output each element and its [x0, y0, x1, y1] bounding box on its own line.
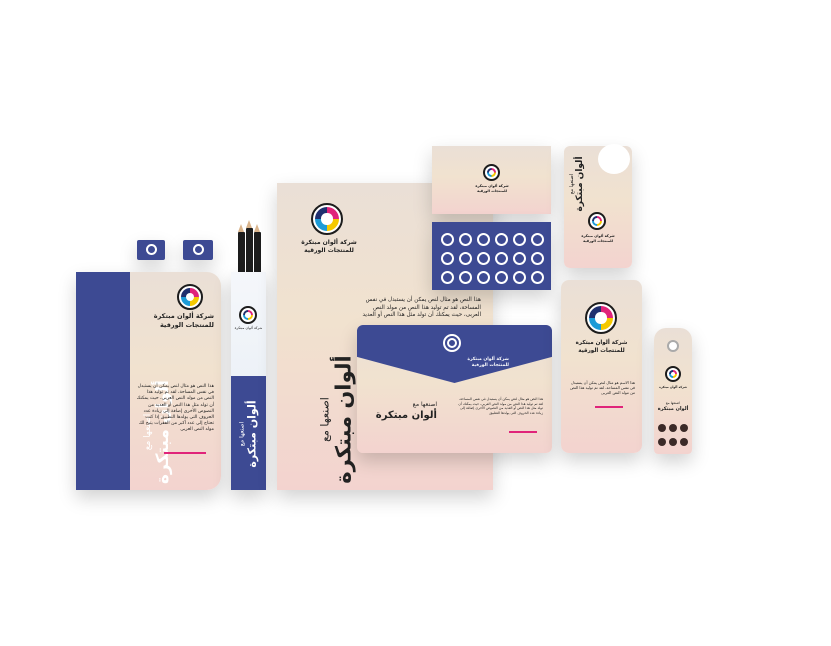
- company-name: شركة ألوان مبتكرة للمنتجات الورقية: [301, 239, 357, 255]
- hang-tag: شركة ألوان مبتكرة اصنعها مع ألوان مبتكرة: [654, 328, 692, 454]
- pattern-ring-icon: [459, 233, 472, 246]
- tall-card-body: هذا الاسم هو مثال لنص يمكن أن يستبدل في …: [570, 380, 635, 396]
- pattern-dot-icon: [669, 438, 677, 446]
- company-name: شركة ألوان مبتكرة للمنتجات الورقية: [153, 312, 214, 329]
- pattern-ring-icon: [513, 271, 526, 284]
- pencil-box-band: اصنعها مع ألوان مبتكرة: [231, 376, 266, 490]
- pattern-ring-icon: [441, 271, 454, 284]
- pattern-ring-icon: [459, 271, 472, 284]
- accent-line: [509, 431, 537, 433]
- pattern-ring-icon: [513, 233, 526, 246]
- door-hanger: اصنعها مع ألوان مبتكرة شركة ألوان مبتكرة…: [564, 144, 632, 268]
- pattern-ring-icon: [495, 252, 508, 265]
- company-name: شركة ألوان مبتكرة للمنتجات الورقية: [475, 184, 509, 193]
- envelope-body: هذا النص هو مثال لنص يمكن أن يستبدل في ن…: [458, 397, 543, 415]
- pattern-dot-icon: [658, 424, 666, 432]
- pattern-ring-icon: [531, 233, 544, 246]
- hang-tag-title: اصنعها مع ألوان مبتكرة: [657, 401, 689, 412]
- pattern-dot-icon: [680, 424, 688, 432]
- pattern-ring-icon: [441, 233, 454, 246]
- pencil-box-slogan: اصنعها مع ألوان مبتكرة: [238, 400, 259, 468]
- pattern-ring-icon: [531, 271, 544, 284]
- logo-icon: [193, 244, 204, 255]
- notebook-body: هذا النص هو مثال لنص يمكن أن يستبدل في ن…: [136, 384, 214, 433]
- logo-icon: [311, 203, 343, 235]
- pattern-ring-icon: [513, 252, 526, 265]
- envelope-title: اصنعها مع ألوان مبتكرة: [375, 401, 437, 422]
- company-name: شركة ألوان مبتكرة للمنتجات الورقية: [575, 340, 628, 354]
- company-name: شركة ألوان مبتكرة: [234, 326, 263, 330]
- letterhead-body: هذا النص هو مثال لنص يمكن أن يستبدل في ن…: [362, 297, 481, 319]
- company-name: شركة ألوان مبتكرة للمنتجات الورقية: [467, 357, 509, 369]
- pattern-ring-icon: [477, 252, 490, 265]
- pattern-dot-icon: [680, 438, 688, 446]
- hang-tag-hole: [667, 340, 679, 352]
- logo-icon: [177, 284, 203, 310]
- notebook: اصنعها مع ألوان مبتكرة شركة ألوان مبتكرة…: [76, 272, 221, 490]
- pattern-ring-icon: [477, 233, 490, 246]
- mini-card-2: [183, 240, 213, 260]
- company-name: شركة ألوان مبتكرة: [659, 385, 687, 389]
- logo-icon: [588, 212, 606, 230]
- logo-icon: [585, 302, 617, 334]
- pattern-ring-icon: [495, 233, 508, 246]
- envelope: شركة ألوان مبتكرة للمنتجات الورقية اصنعها…: [357, 325, 552, 453]
- logo-icon: [443, 334, 461, 352]
- pattern-dot-icon: [669, 424, 677, 432]
- business-card-back: [432, 222, 551, 290]
- logo-icon: [665, 366, 681, 382]
- notebook-spine: [76, 272, 130, 490]
- pattern-ring-icon: [477, 271, 490, 284]
- business-card-front: شركة ألوان مبتكرة للمنتجات الورقية: [432, 146, 551, 214]
- letterhead-slogan: اصنعها مع ألوان مبتكرة: [318, 355, 356, 484]
- accent-line: [164, 452, 206, 454]
- logo-icon: [239, 306, 257, 324]
- accent-line: [595, 406, 623, 408]
- pencil-box: شركة ألوان مبتكرة اصنعها مع ألوان مبتكرة: [231, 272, 266, 490]
- logo-icon: [146, 244, 157, 255]
- door-hanger-slogan: اصنعها مع ألوان مبتكرة: [569, 156, 585, 212]
- pattern-ring-icon: [459, 252, 472, 265]
- tall-card: شركة ألوان مبتكرة للمنتجات الورقية هذا ال…: [561, 280, 642, 453]
- door-hanger-hole: [598, 144, 630, 174]
- mini-card-1: [137, 240, 165, 260]
- logo-icon: [483, 164, 500, 181]
- pattern-ring-icon: [531, 252, 544, 265]
- company-name: شركة ألوان مبتكرة للمنتجات الورقية: [581, 234, 615, 243]
- pattern-ring-icon: [441, 252, 454, 265]
- pattern-ring-icon: [495, 271, 508, 284]
- pattern-dot-icon: [658, 438, 666, 446]
